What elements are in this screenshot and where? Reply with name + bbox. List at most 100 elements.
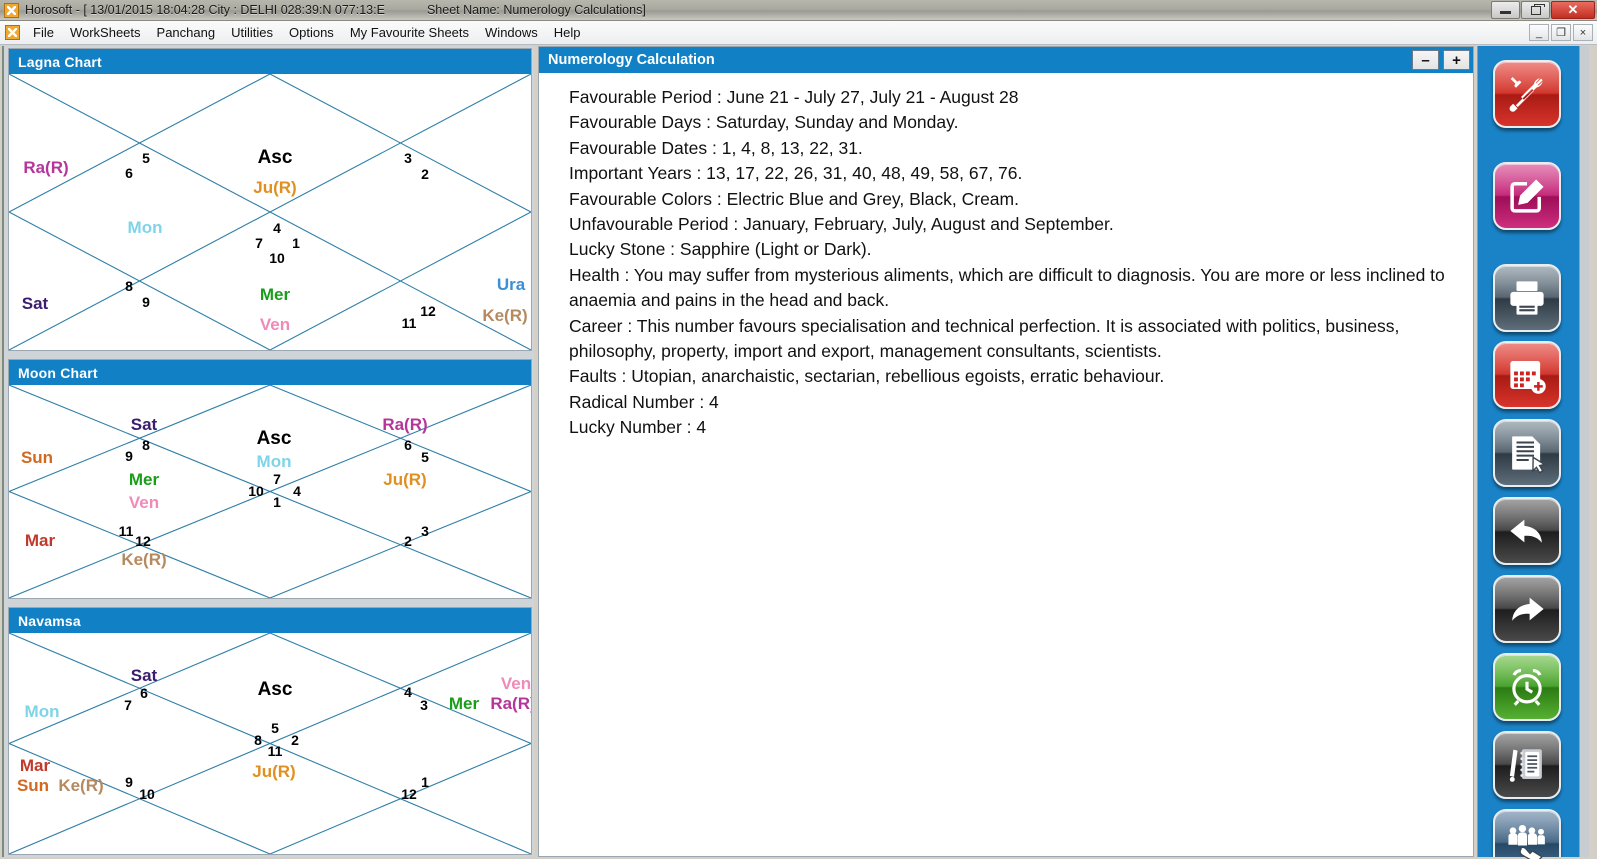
- mdi-minimize-button[interactable]: _: [1529, 24, 1549, 41]
- navamsa-chart-canvas[interactable]: 67 43 58 2 11 9 10 112 Sat Asc Ven Mon Mer Ra(R) Mar Ju…: [9, 633, 531, 854]
- numerology-line: Favourable Colors : Electric Blue and Gr…: [569, 188, 1019, 209]
- numerology-line: Career : This number favours specialisat…: [569, 315, 1400, 362]
- mdi-restore-button[interactable]: ❐: [1551, 24, 1571, 41]
- toolbar-scrollbar[interactable]: [1579, 46, 1589, 857]
- toolbar-alarm-clock-button[interactable]: [1493, 653, 1561, 721]
- planet-label: Mon: [127, 217, 163, 237]
- planet-label: Ke(R): [121, 549, 167, 569]
- planet-label: Sat: [130, 414, 158, 434]
- house-number: 8: [142, 436, 150, 453]
- planet-label: Mon: [256, 452, 292, 472]
- planet-label: Mer: [259, 285, 291, 305]
- numerology-panel-controls: – +: [1412, 50, 1470, 70]
- lagna-chart-title: Lagna Chart: [9, 49, 531, 74]
- window-minimize-button[interactable]: [1491, 1, 1520, 19]
- sheet-name-label: Sheet Name: Numerology Calculations]: [426, 3, 646, 17]
- horosoft-app-icon: [4, 2, 19, 18]
- menu-item-options[interactable]: Options: [281, 22, 342, 43]
- house-number: 7: [273, 471, 281, 488]
- house-number: 1: [421, 774, 429, 791]
- menu-item-panchang[interactable]: Panchang: [149, 22, 224, 43]
- numerology-line: Unfavourable Period : January, February,…: [569, 214, 1114, 235]
- house-number: 5: [271, 720, 279, 737]
- house-number: 5: [142, 150, 150, 167]
- print-icon: [1506, 277, 1548, 319]
- toolbar-print-button[interactable]: [1493, 264, 1561, 332]
- ascendant-label: Asc: [257, 147, 293, 169]
- panel-maximize-button[interactable]: +: [1443, 50, 1470, 70]
- chart-grid: [9, 74, 531, 350]
- planet-label: Ke(R): [482, 306, 528, 326]
- numerology-content: Favourable Period : June 21 - July 27, J…: [539, 73, 1473, 856]
- lagna-chart-canvas[interactable]: 5 6 3 2 4 7 1 10 8 9 12 11 Ra(R) Asc Ju(R) Mon Ura Sat Mer…: [9, 74, 531, 350]
- numerology-line: Favourable Period : June 21 - July 27, J…: [569, 87, 1019, 107]
- planet-label: Ju(R): [383, 470, 427, 489]
- toolbar-edit-button[interactable]: [1493, 162, 1561, 230]
- back-arrow-icon: [1506, 510, 1548, 552]
- menu-item-file[interactable]: File: [25, 22, 62, 43]
- toolbar-document-click-button[interactable]: [1493, 419, 1561, 487]
- calendar-icon: [1506, 354, 1548, 396]
- mdi-close-button[interactable]: ×: [1573, 24, 1593, 41]
- group-select-icon: [1506, 822, 1548, 859]
- mdi-child-icon: [5, 25, 20, 40]
- toolbar-notebook-button[interactable]: [1493, 731, 1561, 799]
- menu-item-windows[interactable]: Windows: [477, 22, 546, 43]
- menubar: File WorkSheets Panchang Utilities Optio…: [0, 21, 1597, 45]
- planet-label: Ven: [500, 673, 531, 693]
- toolbar-group-select-button[interactable]: [1493, 809, 1561, 859]
- alarm-clock-icon: [1506, 666, 1548, 708]
- window-restore-button[interactable]: [1521, 1, 1550, 19]
- house-number: 2: [291, 731, 299, 748]
- mdi-window-controls: _ ❐ ×: [1527, 24, 1593, 41]
- chart-grid: [9, 385, 531, 598]
- toolbar-tools-button[interactable]: [1493, 60, 1561, 128]
- numerology-panel: Numerology Calculation – + Favourable Pe…: [538, 46, 1474, 857]
- lagna-chart-panel: Lagna Chart 5 6 3 2 4 7 1 10 8 9 12 11 Ra(R) Asc Ju(R)…: [8, 48, 532, 351]
- house-number: 10: [269, 249, 285, 266]
- house-number: 11: [118, 522, 134, 539]
- house-number: 7: [255, 234, 263, 251]
- house-number: 6: [404, 436, 412, 453]
- house-number: 12: [135, 533, 151, 550]
- application-window: Horosoft - [ 13/01/2015 18:04:28 City : …: [0, 0, 1597, 859]
- forward-arrow-icon: [1506, 588, 1548, 630]
- house-number: 1: [273, 494, 281, 511]
- toolbar-calendar-button[interactable]: [1493, 341, 1561, 409]
- planet-label: Mer: [128, 470, 160, 489]
- menu-item-utilities[interactable]: Utilities: [223, 22, 281, 43]
- planet-label: Ju(R): [252, 762, 296, 782]
- tools-icon: [1506, 73, 1548, 115]
- numerology-line: Lucky Stone : Sapphire (Light or Dark).: [569, 239, 872, 260]
- moon-chart-panel: Moon Chart 8 9 6 5 7 10 4 1 11 12 3 2 Sat Ra(R) Asc Sun…: [8, 359, 532, 599]
- planet-label: Ju(R): [253, 178, 297, 198]
- moon-chart-canvas[interactable]: 8 9 6 5 7 10 4 1 11 12 3 2 Sat Ra(R) Asc Sun Mon Mer Ju(R)…: [9, 385, 531, 598]
- house-number: 9: [125, 774, 133, 791]
- window-close-button[interactable]: ✕: [1551, 1, 1595, 19]
- numerology-line: Faults : Utopian, anarchaistic, sectaria…: [569, 366, 1165, 387]
- panel-minimize-button[interactable]: –: [1412, 50, 1439, 70]
- house-number: 8: [254, 731, 262, 748]
- edit-icon: [1506, 175, 1548, 217]
- house-number: 3: [404, 150, 412, 167]
- toolbar-back-arrow-button[interactable]: [1493, 497, 1561, 565]
- menu-item-my-favourite-sheets[interactable]: My Favourite Sheets: [342, 22, 477, 43]
- numerology-line: Health : You may suffer from mysterious …: [569, 264, 1445, 311]
- ascendant-label: Asc: [257, 679, 293, 701]
- window-controls: ✕: [1490, 1, 1595, 19]
- planet-label: Ra(R): [490, 693, 531, 713]
- menu-item-help[interactable]: Help: [546, 22, 589, 43]
- house-number: 2: [421, 166, 429, 183]
- planet-label: Mar: [24, 530, 56, 550]
- house-number: 4: [404, 683, 412, 700]
- menu-item-worksheets[interactable]: WorkSheets: [62, 22, 149, 43]
- house-number: 9: [142, 294, 150, 311]
- house-number: 1: [292, 234, 300, 251]
- house-number: 3: [420, 696, 428, 713]
- navamsa-chart-panel: Navamsa 6 7 4 3 5 8 2 11 9 10 1 12 Sat Asc Ven Mon Mer Ra…: [8, 607, 532, 855]
- house-number: 7: [124, 696, 132, 713]
- right-toolbar: [1477, 46, 1589, 859]
- house-number: 2: [404, 533, 412, 550]
- toolbar-forward-arrow-button[interactable]: [1493, 575, 1561, 643]
- planet-label: Mer: [448, 693, 480, 713]
